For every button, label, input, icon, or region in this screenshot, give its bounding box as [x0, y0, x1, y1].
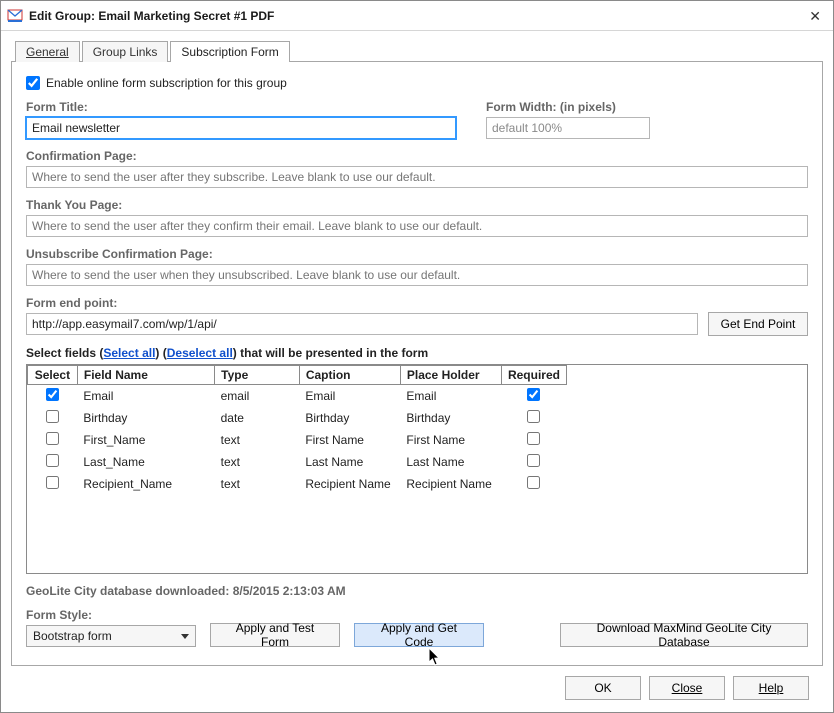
- row-field-name: First_Name: [77, 429, 214, 451]
- ok-button[interactable]: OK: [565, 676, 641, 700]
- table-row: Last_NametextLast NameLast Name: [28, 451, 567, 473]
- row-placeholder: Birthday: [400, 407, 501, 429]
- tabstrip: General Group Links Subscription Form: [15, 37, 823, 61]
- download-geolite-button[interactable]: Download MaxMind GeoLite City Database: [560, 623, 808, 647]
- row-placeholder: Last Name: [400, 451, 501, 473]
- row-type: text: [215, 451, 300, 473]
- form-style-label: Form Style:: [26, 608, 196, 622]
- row-select-checkbox[interactable]: [46, 388, 59, 401]
- row-required-checkbox[interactable]: [527, 454, 540, 467]
- row-select-checkbox[interactable]: [46, 454, 59, 467]
- close-button[interactable]: Close: [649, 676, 725, 700]
- table-row: First_NametextFirst NameFirst Name: [28, 429, 567, 451]
- col-caption: Caption: [299, 366, 400, 385]
- table-row: Recipient_NametextRecipient NameRecipien…: [28, 473, 567, 495]
- row-caption: Last Name: [299, 451, 400, 473]
- row-type: date: [215, 407, 300, 429]
- row-required-checkbox[interactable]: [527, 388, 540, 401]
- col-placeholder: Place Holder: [400, 366, 501, 385]
- endpoint-label: Form end point:: [26, 296, 698, 310]
- form-style-select[interactable]: Bootstrap form: [26, 625, 196, 647]
- apply-test-form-button[interactable]: Apply and Test Form: [210, 623, 340, 647]
- unsubscribe-page-label: Unsubscribe Confirmation Page:: [26, 247, 808, 261]
- endpoint-input[interactable]: [26, 313, 698, 335]
- thank-you-page-input[interactable]: [26, 215, 808, 237]
- fields-table-container: Select Field Name Type Caption Place Hol…: [26, 364, 808, 574]
- title-width-row: Form Title: Form Width: (in pixels): [26, 100, 808, 139]
- table-row: EmailemailEmailEmail: [28, 385, 567, 408]
- subscription-form-panel: Enable online form subscription for this…: [11, 61, 823, 666]
- form-title-input[interactable]: [26, 117, 456, 139]
- row-field-name: Recipient_Name: [77, 473, 214, 495]
- row-select-checkbox[interactable]: [46, 410, 59, 423]
- col-select: Select: [28, 366, 78, 385]
- row-field-name: Birthday: [77, 407, 214, 429]
- row-field-name: Last_Name: [77, 451, 214, 473]
- app-icon: [7, 8, 23, 24]
- tab-general[interactable]: General: [15, 41, 80, 62]
- row-required-checkbox[interactable]: [527, 476, 540, 489]
- geolite-status: GeoLite City database downloaded: 8/5/20…: [26, 584, 808, 598]
- deselect-all-link[interactable]: Deselect all: [167, 346, 233, 360]
- apply-get-code-button[interactable]: Apply and Get Code: [354, 623, 484, 647]
- row-field-name: Email: [77, 385, 214, 408]
- row-placeholder: Email: [400, 385, 501, 408]
- tab-subscription-form[interactable]: Subscription Form: [170, 41, 289, 62]
- tab-group-links[interactable]: Group Links: [82, 41, 169, 62]
- row-select-checkbox[interactable]: [46, 432, 59, 445]
- row-required-checkbox[interactable]: [527, 432, 540, 445]
- edit-group-dialog: Edit Group: Email Marketing Secret #1 PD…: [0, 0, 834, 713]
- confirmation-page-label: Confirmation Page:: [26, 149, 808, 163]
- row-type: text: [215, 429, 300, 451]
- table-row: BirthdaydateBirthdayBirthday: [28, 407, 567, 429]
- row-caption: Birthday: [299, 407, 400, 429]
- enable-subscription-label: Enable online form subscription for this…: [46, 76, 287, 90]
- row-caption: First Name: [299, 429, 400, 451]
- fields-header: Select fields (Select all) (Deselect all…: [26, 346, 808, 360]
- dialog-body: General Group Links Subscription Form En…: [1, 31, 833, 712]
- form-width-label: Form Width: (in pixels): [486, 100, 650, 114]
- titlebar: Edit Group: Email Marketing Secret #1 PD…: [1, 1, 833, 31]
- unsubscribe-page-input[interactable]: [26, 264, 808, 286]
- enable-row: Enable online form subscription for this…: [26, 76, 808, 90]
- fields-table: Select Field Name Type Caption Place Hol…: [27, 365, 567, 495]
- thank-you-page-label: Thank You Page:: [26, 198, 808, 212]
- select-all-link[interactable]: Select all: [103, 346, 155, 360]
- form-width-input[interactable]: [486, 117, 650, 139]
- col-type: Type: [215, 366, 300, 385]
- form-title-label: Form Title:: [26, 100, 456, 114]
- row-placeholder: Recipient Name: [400, 473, 501, 495]
- form-style-value: Bootstrap form: [33, 629, 112, 643]
- dialog-footer: OK Close Help: [11, 666, 823, 700]
- row-caption: Email: [299, 385, 400, 408]
- row-select-checkbox[interactable]: [46, 476, 59, 489]
- close-icon[interactable]: ✕: [805, 7, 825, 25]
- row-caption: Recipient Name: [299, 473, 400, 495]
- chevron-down-icon: [181, 634, 189, 639]
- confirmation-page-input[interactable]: [26, 166, 808, 188]
- col-required: Required: [501, 366, 566, 385]
- get-endpoint-button[interactable]: Get End Point: [708, 312, 808, 336]
- row-type: email: [215, 385, 300, 408]
- row-required-checkbox[interactable]: [527, 410, 540, 423]
- window-title: Edit Group: Email Marketing Secret #1 PD…: [29, 9, 805, 23]
- col-field-name: Field Name: [77, 366, 214, 385]
- row-type: text: [215, 473, 300, 495]
- row-placeholder: First Name: [400, 429, 501, 451]
- enable-subscription-checkbox[interactable]: [26, 76, 40, 90]
- bottom-controls: Form Style: Bootstrap form Apply and Tes…: [26, 608, 808, 647]
- help-button[interactable]: Help: [733, 676, 809, 700]
